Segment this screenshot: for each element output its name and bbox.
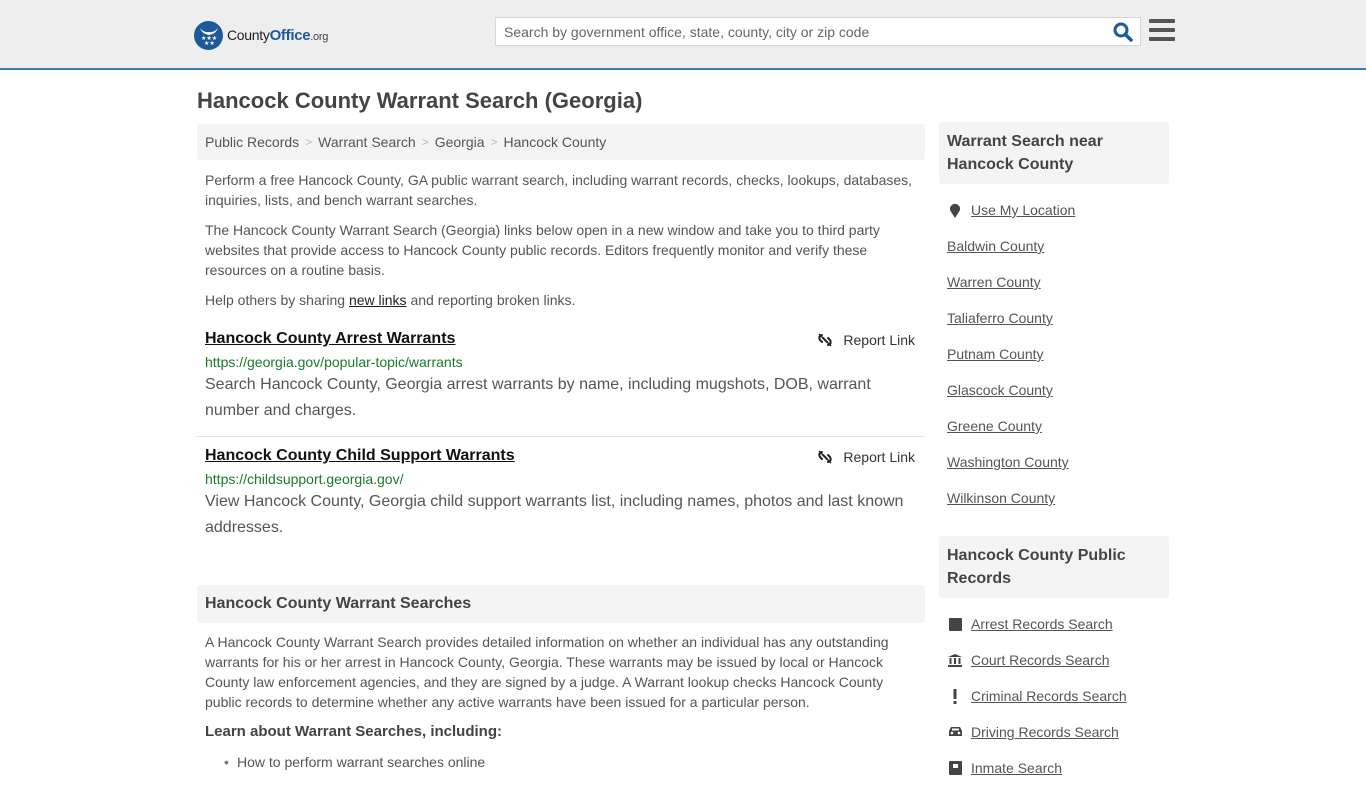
report-link-button[interactable]: Report Link [817,332,915,348]
search-icon[interactable] [1112,21,1134,43]
car-icon [947,726,963,738]
resource-link-description: View Hancock County, Georgia child suppo… [205,493,904,536]
resource-link-description: Search Hancock County, Georgia arrest wa… [205,376,871,419]
inmate-icon [947,761,963,775]
records-link-driving[interactable]: Driving Records Search [939,714,1169,750]
hamburger-menu-icon[interactable] [1149,19,1175,41]
section-paragraph: A Hancock County Warrant Search provides… [205,634,889,710]
map-pin-icon [947,203,963,218]
use-my-location[interactable]: Use My Location [939,192,1169,228]
nearby-county-link[interactable]: Baldwin County [939,228,1169,264]
nearby-county-link[interactable]: Greene County [939,408,1169,444]
breadcrumb-hancock-county[interactable]: Hancock County [504,134,607,150]
intro-paragraph-3: Help others by sharing new links and rep… [205,292,576,308]
page-title: Hancock County Warrant Search (Georgia) [197,88,643,113]
intro-paragraph-2: The Hancock County Warrant Search (Georg… [205,222,880,278]
resource-link-title[interactable]: Hancock County Arrest Warrants [205,330,455,347]
breadcrumb-warrant-search[interactable]: Warrant Search [318,134,416,150]
exclamation-icon [947,688,963,704]
learn-heading: Learn about Warrant Searches, including: [205,723,502,740]
breadcrumb: Public Records > Warrant Search > Georgi… [197,124,925,160]
records-heading: Hancock County Public Records [939,536,1169,598]
nearby-county-link[interactable]: Putnam County [939,336,1169,372]
nearby-county-link[interactable]: Glascock County [939,372,1169,408]
breadcrumb-separator: > [421,135,429,149]
records-link-inmate[interactable]: Inmate Search [939,750,1169,786]
courthouse-icon [947,653,963,667]
breadcrumb-georgia[interactable]: Georgia [435,134,485,150]
nearby-heading: Warrant Search near Hancock County [939,122,1169,184]
resource-link-item: Hancock County Child Support Warrants Re… [205,447,917,541]
sidebar: Warrant Search near Hancock County Use M… [939,70,1169,786]
search-bar [495,17,1141,46]
resource-link-url[interactable]: https://childsupport.georgia.gov/ [205,471,917,487]
search-input[interactable] [496,18,1106,45]
learn-list: How to perform warrant searches online [205,752,920,772]
svg-text:★★: ★★ [204,40,215,45]
square-icon [947,617,963,631]
intro-paragraph-1: Perform a free Hancock County, GA public… [205,172,913,208]
site-logo[interactable]: ★★★ ★★ CountyOffice.org [194,20,328,50]
section-body: A Hancock County Warrant Search provides… [205,632,920,772]
records-link-court[interactable]: Court Records Search [939,642,1169,678]
resource-link-item: Hancock County Arrest Warrants Report Li… [205,330,917,424]
records-link-arrest[interactable]: Arrest Records Search [939,606,1169,642]
resource-link-url[interactable]: https://georgia.gov/popular-topic/warran… [205,354,917,370]
breadcrumb-separator: > [305,135,313,149]
learn-list-item: How to perform warrant searches online [224,752,920,772]
resource-link-title[interactable]: Hancock County Child Support Warrants [205,447,515,464]
nearby-list: Use My Location Baldwin County Warren Co… [939,192,1169,516]
divider [197,436,925,437]
nearby-county-link[interactable]: Warren County [939,264,1169,300]
report-link-button[interactable]: Report Link [817,449,915,465]
eagle-logo-icon: ★★★ ★★ [194,20,223,50]
section-heading: Hancock County Warrant Searches [197,585,925,623]
records-list: Arrest Records Search Court Records Sear… [939,606,1169,786]
nearby-county-link[interactable]: Wilkinson County [939,480,1169,516]
records-link-criminal[interactable]: Criminal Records Search [939,678,1169,714]
broken-link-icon [818,450,833,464]
new-links-link[interactable]: new links [349,292,407,308]
logo-text: CountyOffice.org [227,26,329,44]
nearby-county-link[interactable]: Taliaferro County [939,300,1169,336]
nearby-county-link[interactable]: Washington County [939,444,1169,480]
intro-text: Perform a free Hancock County, GA public… [205,170,920,320]
site-header: ★★★ ★★ CountyOffice.org [0,0,1366,70]
broken-link-icon [818,333,833,347]
breadcrumb-public-records[interactable]: Public Records [205,134,299,150]
breadcrumb-separator: > [490,135,498,149]
